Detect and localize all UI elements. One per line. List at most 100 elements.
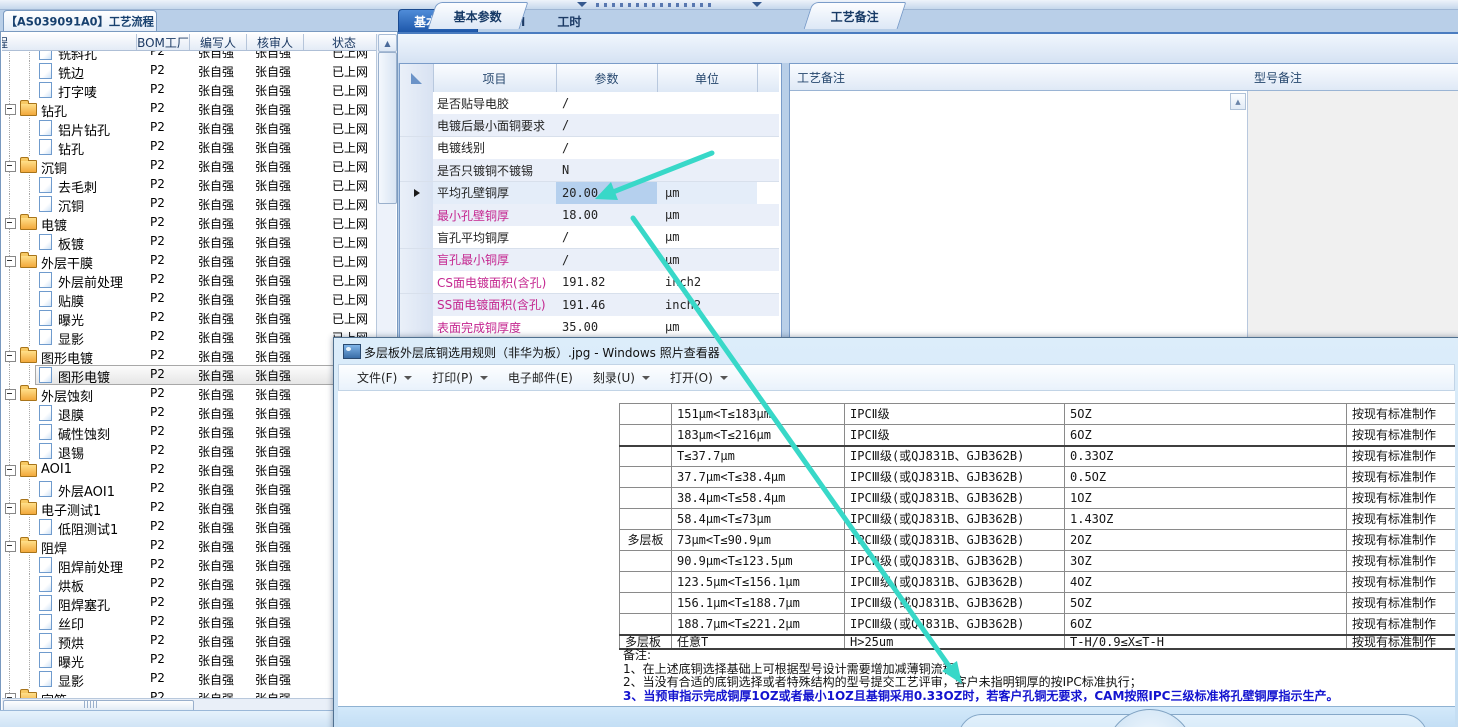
tree-row[interactable]: 板镀 P2 张自强 张自强 已上网: [2, 232, 376, 253]
cell-item[interactable]: 是否贴导电胶: [433, 92, 561, 115]
tab-work-hours[interactable]: 工时: [541, 10, 597, 33]
tree-row[interactable]: 阻焊塞孔P2张自强张自强已上网: [2, 593, 376, 614]
column-header-model-remark[interactable]: 型号备注: [1247, 64, 1458, 91]
cell-unit[interactable]: [657, 114, 766, 138]
tree-collapse-icon[interactable]: [5, 693, 16, 698]
tree-collapse-icon[interactable]: [5, 351, 16, 362]
cell-value[interactable]: 20.00: [556, 181, 664, 205]
tab-process-remarks[interactable]: 工艺备注: [803, 2, 907, 29]
splitter-collapse-left-icon[interactable]: [577, 2, 587, 7]
cell-unit[interactable]: [657, 159, 766, 183]
tree-collapse-icon[interactable]: [5, 389, 16, 400]
cell-value[interactable]: N: [556, 159, 664, 183]
cell-item[interactable]: 盲孔最小铜厚: [433, 248, 561, 272]
menu-文件(F)[interactable]: 文件(F): [347, 366, 422, 389]
cell-item[interactable]: SS面电镀面积(含孔): [433, 293, 561, 317]
tree-row[interactable]: 铝片钻孔 P2 张自强 张自强 已上网: [2, 118, 376, 139]
cell-value[interactable]: /: [556, 226, 664, 250]
tree-row[interactable]: 显影P2张自强张自强已上网: [2, 327, 376, 348]
param-row[interactable]: 平均孔壁铜厚 20.00 μm: [400, 181, 779, 205]
cell-unit[interactable]: inch2: [657, 271, 766, 295]
tree-row[interactable]: 低阻测试1P2张自强张自强已上网: [2, 517, 376, 538]
tree-row[interactable]: 电子测试1P2张自强张自强已上网: [2, 498, 376, 519]
cell-unit[interactable]: μm: [657, 204, 766, 227]
tree-row[interactable]: 钻孔 P2 张自强 张自强 已上网: [2, 99, 376, 120]
tree-row[interactable]: 铣边 P2 张自强 张自强 已上网: [2, 61, 376, 82]
tree-row[interactable]: 预烘P2张自强张自强已上网: [2, 631, 376, 652]
param-row[interactable]: CS面电镀面积(含孔) 191.82 inch2: [400, 271, 779, 295]
tree-collapse-icon[interactable]: [5, 465, 16, 476]
tree-row[interactable]: 曝光P2张自强张自强已上网: [2, 308, 376, 329]
select-all-cell[interactable]: [400, 64, 434, 92]
column-header-process-remark[interactable]: 工艺备注: [790, 64, 1248, 91]
tree-row[interactable]: 外层蚀刻P2张自强张自强已上网: [2, 384, 376, 405]
tree-row[interactable]: AOI1P2张自强张自强已上网: [2, 460, 376, 479]
tree-row[interactable]: 外层AOI1P2张自强张自强已上网: [2, 479, 376, 500]
cell-value[interactable]: /: [556, 248, 664, 272]
splitter-collapse-right-icon[interactable]: [752, 2, 762, 7]
tree-row[interactable]: 碱性蚀刻P2张自强张自强已上网: [2, 422, 376, 443]
param-row[interactable]: 电镀线别 /: [400, 136, 779, 160]
tree-row[interactable]: 曝光P2张自强张自强已上网: [2, 650, 376, 671]
cell-item[interactable]: 盲孔平均铜厚: [433, 226, 561, 250]
column-header-unit[interactable]: 单位: [657, 64, 758, 92]
toolbar-button-group[interactable]: [958, 714, 1428, 727]
remark-scroll-up-icon[interactable]: ▲: [1230, 93, 1246, 110]
tree-row[interactable]: 外层干膜 P2 张自强 张自强 已上网: [2, 251, 376, 272]
top-splitter-bar[interactable]: [0, 0, 1458, 10]
tree-vscroll-thumb[interactable]: [378, 52, 397, 204]
tree-row[interactable]: 退锡P2张自强张自强已上网: [2, 441, 376, 462]
tree-row[interactable]: 阻焊P2张自强张自强已上网: [2, 536, 376, 557]
cell-unit[interactable]: [657, 136, 766, 160]
cell-value[interactable]: /: [556, 114, 664, 138]
tree-collapse-icon[interactable]: [5, 503, 16, 514]
menu-刻录(U)[interactable]: 刻录(U): [583, 366, 660, 389]
column-header-item[interactable]: 项目: [433, 64, 557, 92]
tree-row[interactable]: 打字唛 P2 张自强 张自强 已上网: [2, 80, 376, 101]
splitter-grip-icon[interactable]: [596, 3, 714, 7]
cell-unit[interactable]: [657, 92, 766, 115]
tree-row[interactable]: 沉铜 P2 张自强 张自强 已上网: [2, 194, 376, 215]
tree-collapse-icon[interactable]: [5, 218, 16, 229]
tree-row[interactable]: 图形电镀P2张自强张自强已上网: [2, 365, 376, 386]
tree-row[interactable]: 钻孔 P2 张自强 张自强 已上网: [2, 137, 376, 158]
cell-unit[interactable]: μm: [657, 226, 766, 250]
tree-row[interactable]: 退膜P2张自强张自强已上网: [2, 403, 376, 424]
column-header-tree[interactable]: 程: [2, 34, 137, 50]
param-row[interactable]: 最小孔壁铜厚 18.00 μm: [400, 204, 779, 227]
column-header-reviewer[interactable]: 核审人: [247, 34, 304, 50]
param-row[interactable]: 电镀后最小面铜要求 /: [400, 114, 779, 138]
tree-collapse-icon[interactable]: [5, 161, 16, 172]
param-row[interactable]: 表面完成铜厚度 35.00 μm: [400, 316, 779, 339]
tree-row[interactable]: 沉铜 P2 张自强 张自强 已上网: [2, 156, 376, 177]
param-row[interactable]: 是否贴导电胶 /: [400, 92, 779, 115]
cell-value[interactable]: 191.46: [556, 293, 664, 317]
menu-电子邮件(E)[interactable]: 电子邮件(E): [498, 366, 583, 389]
cell-value[interactable]: /: [556, 92, 664, 115]
cell-unit[interactable]: inch2: [657, 293, 766, 317]
tree-row[interactable]: 电镀 P2 张自强 张自强 已上网: [2, 213, 376, 234]
cell-item[interactable]: CS面电镀面积(含孔): [433, 271, 561, 295]
cell-value[interactable]: 35.00: [556, 316, 664, 339]
cell-item[interactable]: 表面完成铜厚度: [433, 316, 561, 339]
scroll-up-icon[interactable]: ▲: [378, 34, 397, 52]
cell-value[interactable]: /: [556, 136, 664, 160]
cell-value[interactable]: 191.82: [556, 271, 664, 295]
cell-unit[interactable]: μm: [657, 316, 766, 339]
column-header-value[interactable]: 参数: [556, 64, 658, 92]
tree-row[interactable]: 图形电镀P2张自强张自强已上网: [2, 346, 376, 367]
tree-row[interactable]: 字符P2张自强张自强已上网: [2, 688, 376, 698]
cell-unit[interactable]: μm: [657, 181, 766, 205]
cell-item[interactable]: 平均孔壁铜厚: [433, 181, 561, 205]
cell-item[interactable]: 是否只镀铜不镀锡: [433, 159, 561, 183]
tab-basic-params[interactable]: 基本参数: [427, 2, 529, 29]
param-row[interactable]: 是否只镀铜不镀锡 N: [400, 159, 779, 183]
tree-row[interactable]: 丝印P2张自强张自强已上网: [2, 612, 376, 633]
cell-item[interactable]: 最小孔壁铜厚: [433, 204, 561, 227]
menu-打印(P)[interactable]: 打印(P): [422, 366, 498, 389]
process-window-tab[interactable]: 【AS039091A0】工艺流程: [3, 10, 157, 32]
tree-row[interactable]: 外层前处理 P2 张自强 张自强 已上网: [2, 270, 376, 291]
tree-row[interactable]: 去毛刺 P2 张自强 张自强 已上网: [2, 175, 376, 196]
tree-collapse-icon[interactable]: [5, 541, 16, 552]
cell-item[interactable]: 电镀后最小面铜要求: [433, 114, 561, 138]
